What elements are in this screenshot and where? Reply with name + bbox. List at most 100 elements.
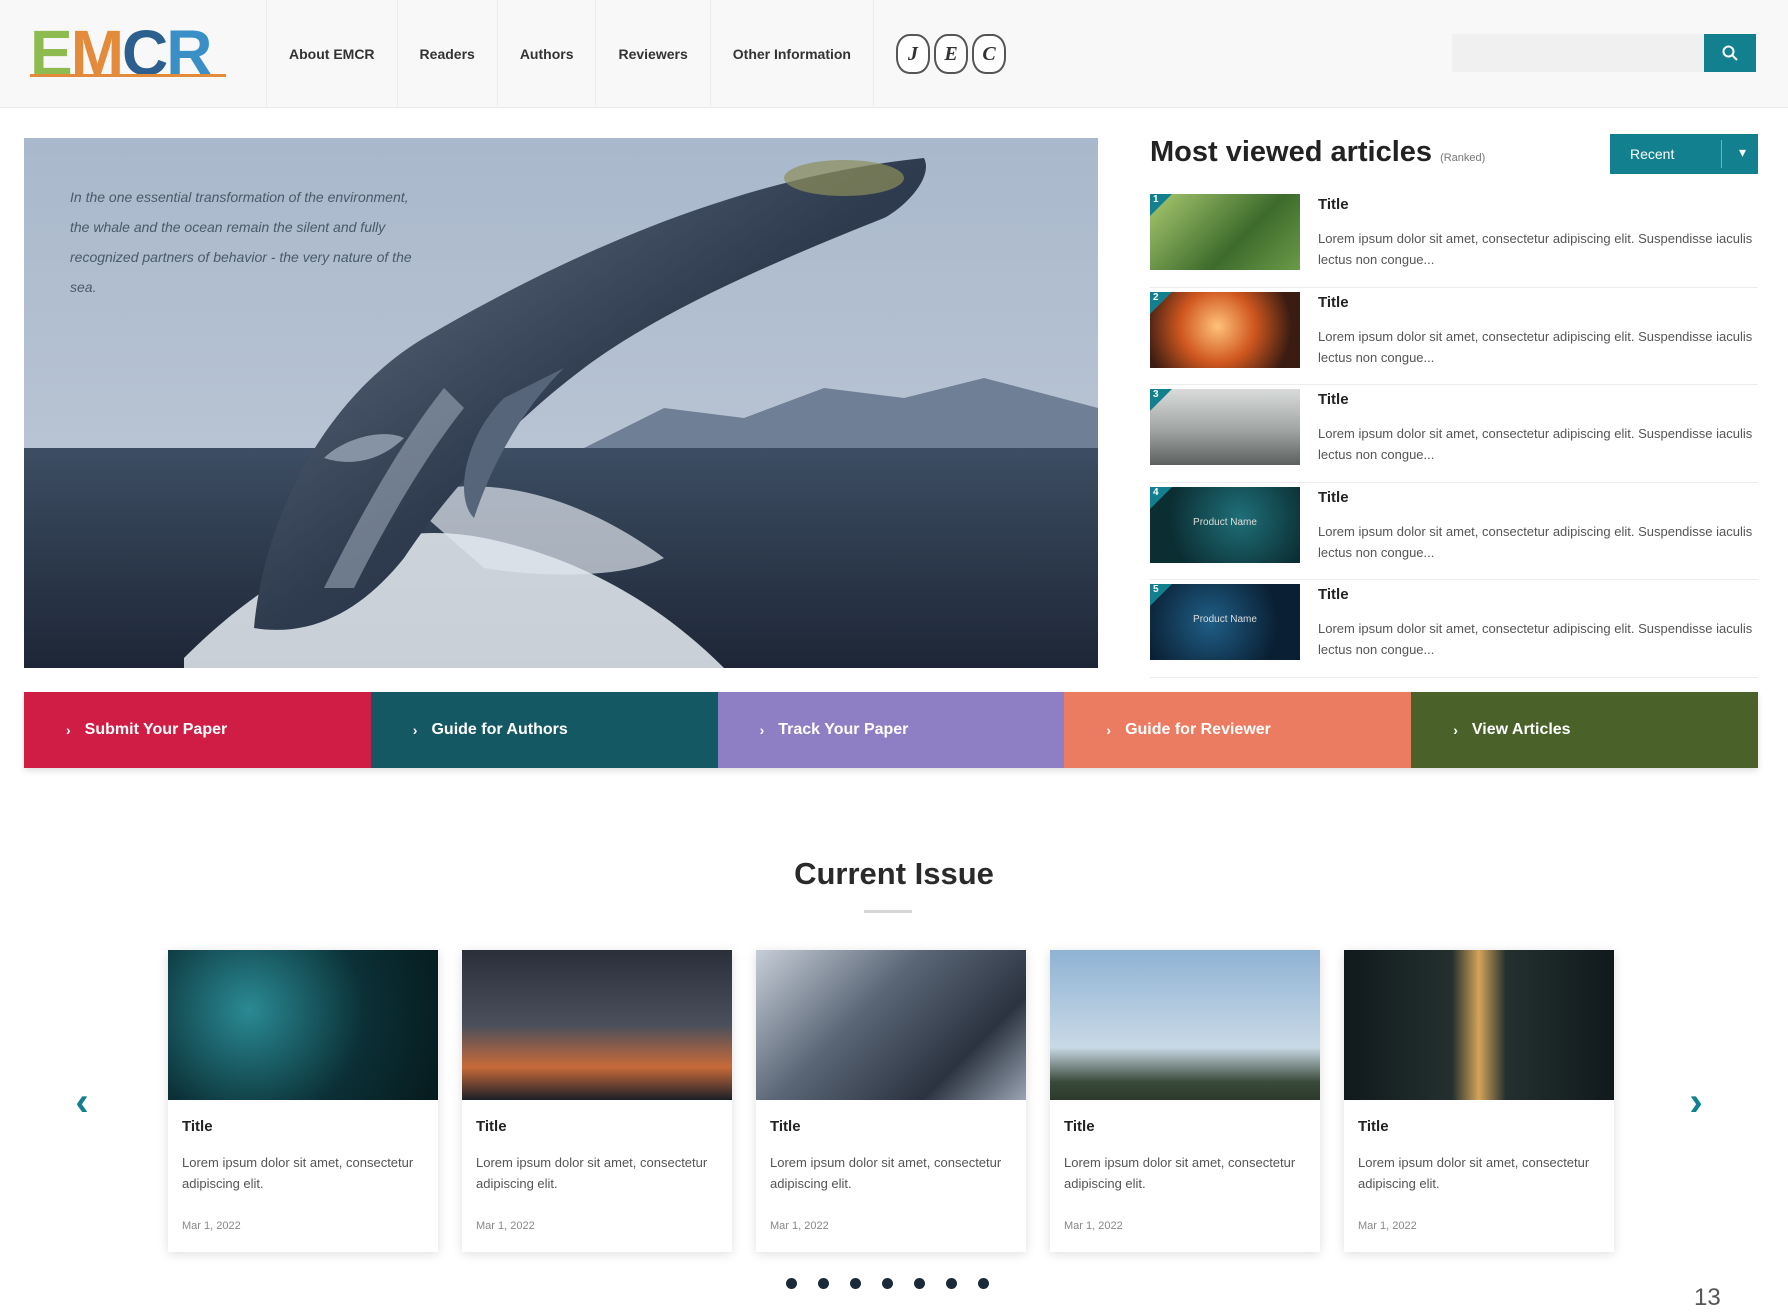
carousel-prev-button[interactable]: ‹ <box>62 1079 102 1124</box>
issue-card[interactable]: Title Lorem ipsum dolor sit amet, consec… <box>756 950 1026 1252</box>
most-viewed-item[interactable]: 2 Title Lorem ipsum dolor sit amet, cons… <box>1150 288 1758 385</box>
article-excerpt: Lorem ipsum dolor sit amet, consectetur … <box>1318 621 1753 657</box>
search-icon <box>1722 45 1738 61</box>
carousel-next-button[interactable]: › <box>1676 1079 1716 1124</box>
issue-card[interactable]: Title Lorem ipsum dolor sit amet, consec… <box>168 950 438 1252</box>
thumbnail-label: Product Name <box>1193 614 1257 625</box>
article-thumbnail: 5 Product Name <box>1150 584 1300 660</box>
rank-number: 3 <box>1153 389 1159 400</box>
card-date: Mar 1, 2022 <box>1064 1220 1123 1232</box>
chevron-down-icon: ▾ <box>1738 144 1746 160</box>
card-date: Mar 1, 2022 <box>476 1220 535 1232</box>
main-nav: About EMCR Readers Authors Reviewers Oth… <box>266 0 874 108</box>
jec-badges: J E C <box>896 34 1006 74</box>
hero-banner[interactable]: In the one essential transformation of t… <box>24 138 1098 668</box>
card-title[interactable]: Title <box>1358 1118 1389 1135</box>
nav-readers[interactable]: Readers <box>396 0 497 108</box>
chevron-right-icon: › <box>66 722 71 738</box>
page-number: 13 <box>1694 1284 1721 1311</box>
hero-caption: In the one essential transformation of t… <box>70 189 412 295</box>
carousel-dot[interactable] <box>850 1278 861 1289</box>
action-label: Guide for Reviewer <box>1125 721 1271 738</box>
action-label: View Articles <box>1471 721 1571 738</box>
submit-paper-button[interactable]: › Submit Your Paper <box>24 692 371 768</box>
carousel-dot[interactable] <box>818 1278 829 1289</box>
nav-reviewers[interactable]: Reviewers <box>595 0 709 108</box>
guide-for-reviewer-button[interactable]: › Guide for Reviewer <box>1064 692 1412 768</box>
card-date: Mar 1, 2022 <box>770 1220 829 1232</box>
article-title[interactable]: Title <box>1318 196 1349 213</box>
article-excerpt: Lorem ipsum dolor sit amet, consectetur … <box>1318 426 1753 462</box>
search-input[interactable] <box>1452 34 1704 72</box>
card-title[interactable]: Title <box>182 1118 213 1135</box>
carousel-pagination <box>786 1278 989 1289</box>
carousel-dot[interactable] <box>978 1278 989 1289</box>
article-title[interactable]: Title <box>1318 586 1349 603</box>
most-viewed-item[interactable]: 4 Product Name Title Lorem ipsum dolor s… <box>1150 483 1758 580</box>
card-excerpt: Lorem ipsum dolor sit amet, consectetur … <box>182 1155 414 1191</box>
issue-card[interactable]: Title Lorem ipsum dolor sit amet, consec… <box>462 950 732 1252</box>
nav-authors[interactable]: Authors <box>496 0 596 108</box>
carousel-dot[interactable] <box>882 1278 893 1289</box>
chevron-right-icon: › <box>412 722 418 738</box>
view-articles-button[interactable]: › View Articles <box>1411 692 1758 768</box>
article-title[interactable]: Title <box>1318 489 1349 506</box>
current-issue-carousel: Title Lorem ipsum dolor sit amet, consec… <box>168 950 1614 1252</box>
card-image <box>168 950 438 1100</box>
most-viewed-title: Most viewed articles (Ranked) <box>1150 136 1485 169</box>
card-image <box>462 950 732 1100</box>
action-label: Guide for Authors <box>431 721 568 738</box>
rank-number: 2 <box>1153 291 1159 303</box>
card-title[interactable]: Title <box>1064 1118 1095 1135</box>
carousel-dot[interactable] <box>946 1278 957 1289</box>
nav-other-information[interactable]: Other Information <box>709 0 874 108</box>
badge-j[interactable]: J <box>896 34 930 74</box>
chevron-right-icon: › <box>759 722 765 738</box>
most-viewed-item[interactable]: 1 Title Lorem ipsum dolor sit amet, cons… <box>1150 190 1758 288</box>
rank-number: 5 <box>1153 584 1159 595</box>
chevron-right-icon: › <box>1453 722 1458 738</box>
issue-card[interactable]: Title Lorem ipsum dolor sit amet, consec… <box>1050 950 1320 1252</box>
most-viewed-list: 1 Title Lorem ipsum dolor sit amet, cons… <box>1150 190 1758 678</box>
current-issue-title: Current Issue <box>794 856 994 891</box>
most-viewed-subtitle: (Ranked) <box>1440 152 1486 164</box>
most-viewed-heading: Most viewed articles <box>1150 136 1433 168</box>
most-viewed-item[interactable]: 5 Product Name Title Lorem ipsum dolor s… <box>1150 580 1758 678</box>
most-viewed-select[interactable]: Recent ▾ <box>1610 134 1758 174</box>
article-thumbnail: 4 Product Name <box>1150 486 1300 563</box>
article-title[interactable]: Title <box>1318 391 1349 408</box>
most-viewed-item[interactable]: 3 Title Lorem ipsum dolor sit amet, cons… <box>1150 385 1758 483</box>
article-excerpt: Lorem ipsum dolor sit amet, consectetur … <box>1318 523 1753 560</box>
article-thumbnail: 1 <box>1150 194 1300 270</box>
card-title[interactable]: Title <box>770 1118 801 1135</box>
nav-about[interactable]: About EMCR <box>266 0 397 108</box>
action-label: Submit Your Paper <box>84 721 228 738</box>
chevron-left-icon: ‹ <box>75 1079 89 1124</box>
carousel-dot[interactable] <box>914 1278 925 1289</box>
badge-e[interactable]: E <box>934 34 968 74</box>
carousel-dot[interactable] <box>786 1278 797 1289</box>
guide-for-authors-button[interactable]: › Guide for Authors <box>370 692 718 768</box>
select-separator <box>1721 140 1722 168</box>
card-title[interactable]: Title <box>476 1118 507 1135</box>
track-paper-button[interactable]: › Track Your Paper <box>717 692 1065 768</box>
issue-card[interactable]: Title Lorem ipsum dolor sit amet, consec… <box>1344 950 1614 1252</box>
article-excerpt: Lorem ipsum dolor sit amet, consectetur … <box>1318 328 1753 365</box>
article-excerpt: Lorem ipsum dolor sit amet, consectetur … <box>1318 231 1753 267</box>
card-image <box>1050 950 1320 1100</box>
chevron-right-icon: › <box>1689 1079 1703 1124</box>
card-image <box>756 950 1026 1100</box>
title-underline <box>864 910 912 913</box>
article-thumbnail: 3 <box>1150 389 1300 465</box>
article-title[interactable]: Title <box>1318 294 1349 311</box>
badge-c[interactable]: C <box>972 34 1006 74</box>
rank-number: 1 <box>1153 194 1159 205</box>
thumbnail-label: Product Name <box>1193 516 1257 528</box>
card-excerpt: Lorem ipsum dolor sit amet, consectetur … <box>770 1155 1002 1191</box>
card-date: Mar 1, 2022 <box>182 1220 241 1232</box>
card-date: Mar 1, 2022 <box>1358 1220 1417 1232</box>
rank-number: 4 <box>1153 486 1159 498</box>
card-excerpt: Lorem ipsum dolor sit amet, consectetur … <box>1064 1155 1296 1191</box>
quick-actions-bar: › Submit Your Paper › Guide for Authors › T… <box>24 692 1758 768</box>
search-button[interactable] <box>1704 34 1756 72</box>
